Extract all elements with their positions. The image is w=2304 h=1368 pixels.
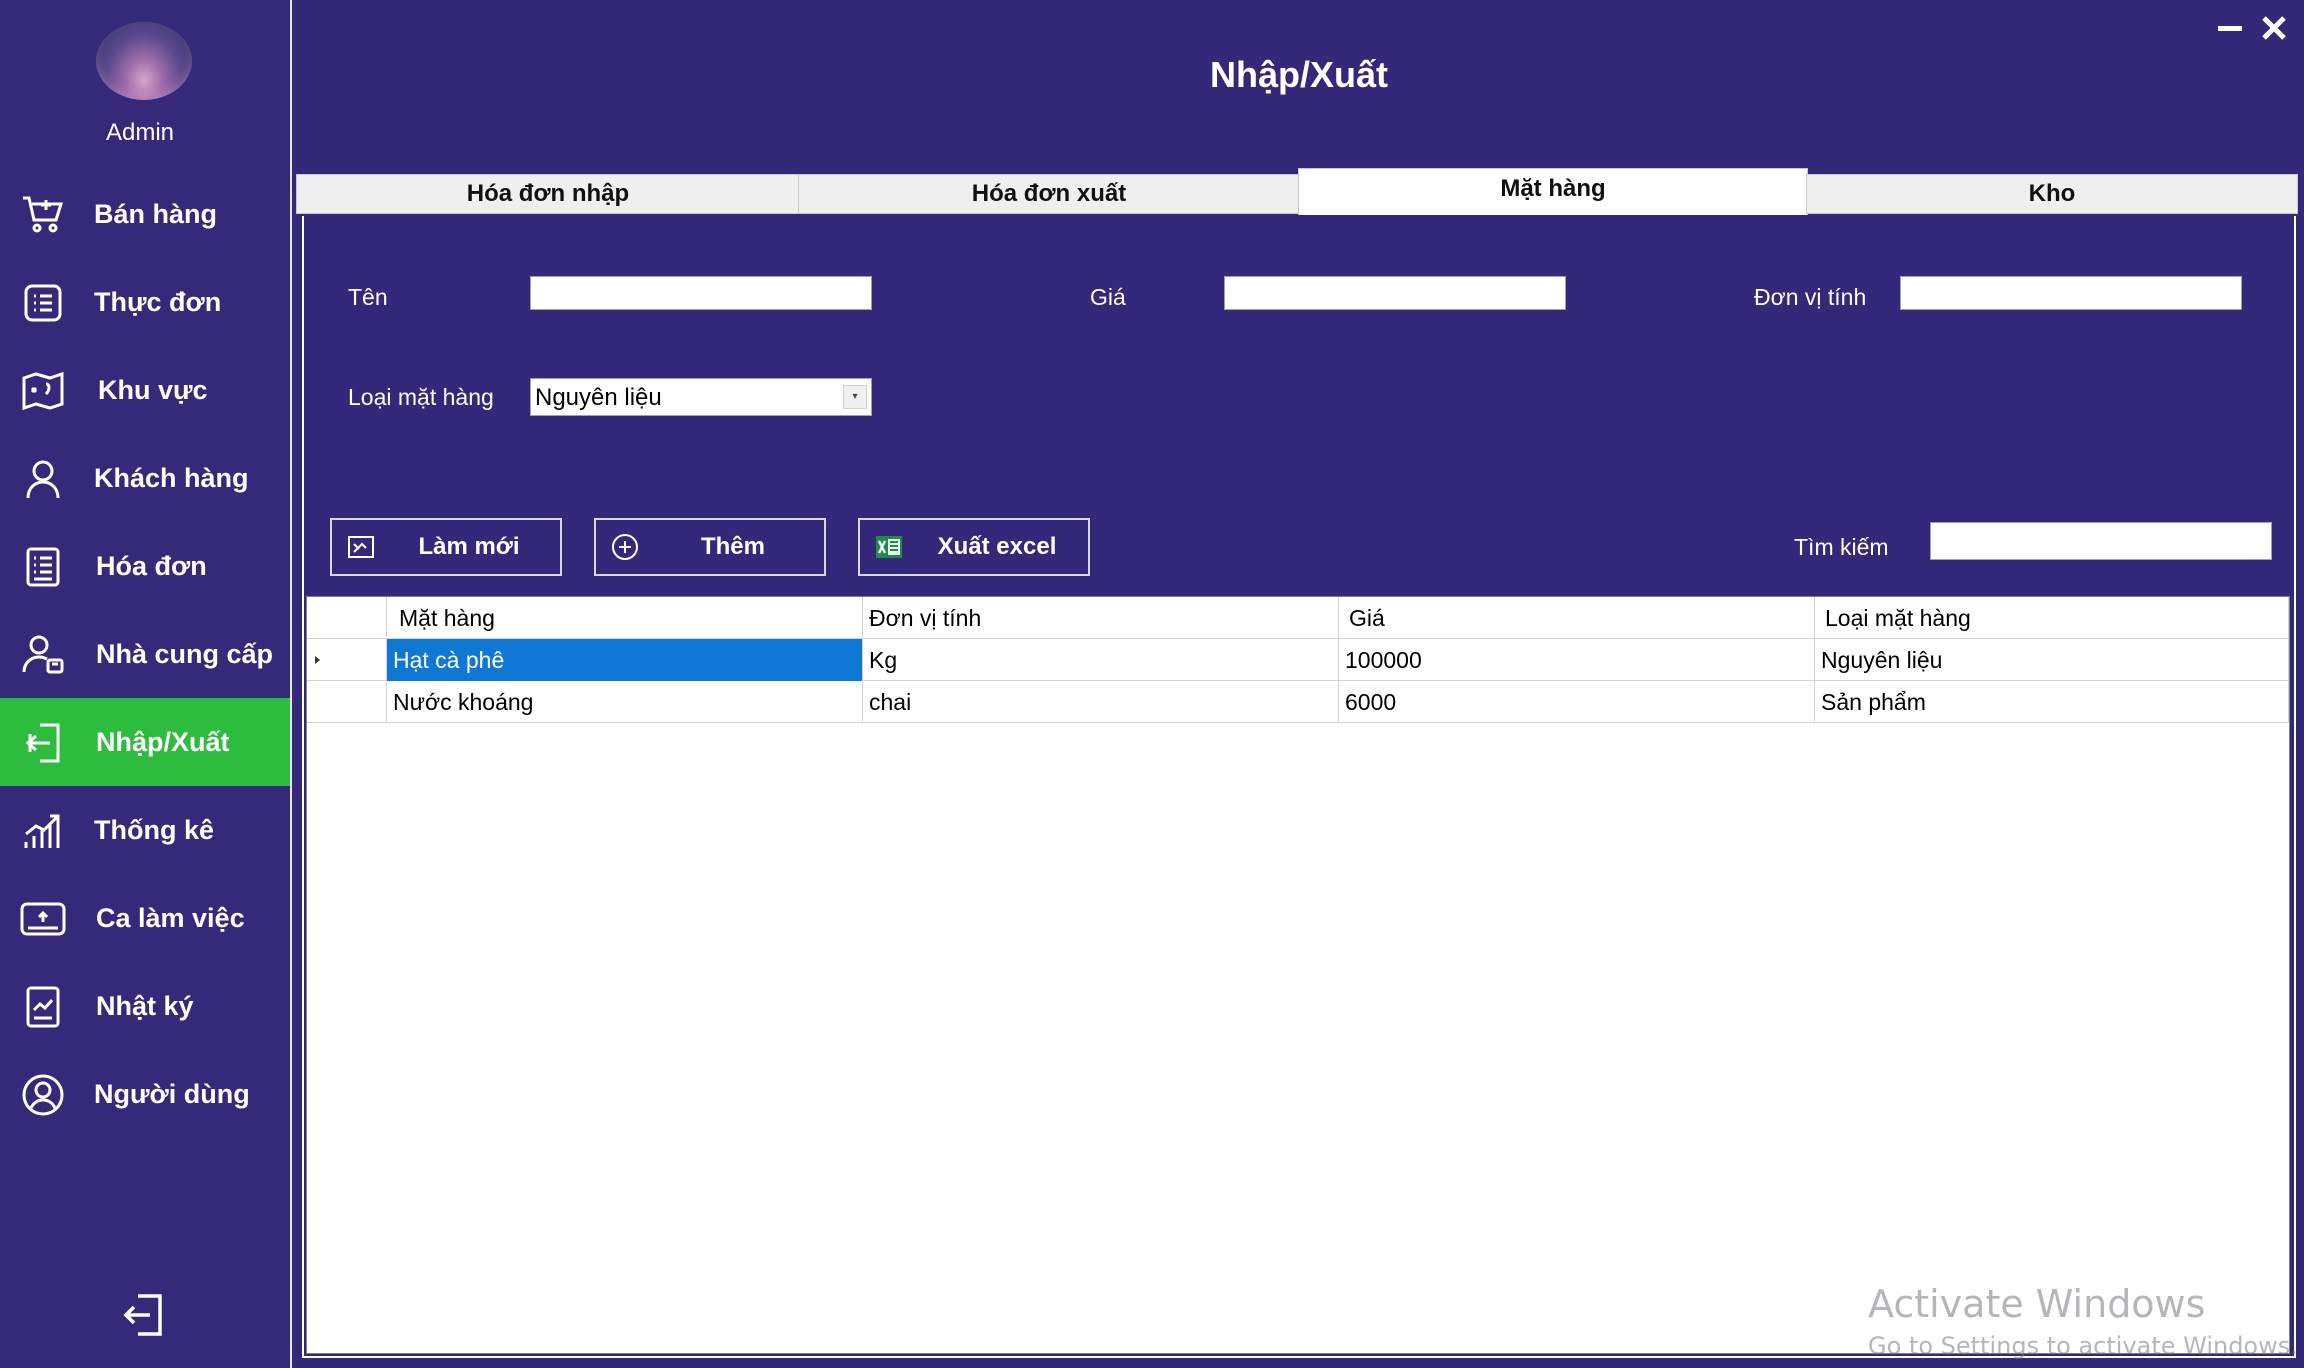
add-button-label: Thêm (700, 533, 765, 560)
cart-icon (20, 192, 66, 238)
column-header-loai-mat-hang[interactable]: Loại mặt hàng (1815, 597, 2289, 639)
table-cell[interactable]: chai (863, 681, 1339, 723)
page-title: Nhập/Xuất (1209, 54, 1388, 95)
excel-icon (874, 532, 904, 562)
customer-icon (20, 456, 66, 502)
diary-icon (20, 984, 66, 1030)
grid-header-row: Mặt hàng Đơn vị tính Giá Loại mặt hàng (307, 597, 2289, 639)
price-label: Giá (1090, 284, 1126, 310)
invoice-icon (20, 544, 66, 590)
statistics-icon (20, 808, 66, 854)
row-selector[interactable] (307, 639, 387, 681)
sidebar-item-label: Bán hàng (94, 199, 218, 229)
column-header-don-vi-tinh[interactable]: Đơn vị tính (863, 597, 1339, 639)
menu-list-icon (20, 280, 66, 326)
activate-windows-title: Activate Windows (1868, 1282, 2206, 1326)
sidebar-item-label: Nhà cung cấp (96, 639, 274, 669)
sidebar-item-thong-ke[interactable]: Thống kê (0, 786, 290, 874)
sidebar-item-label: Hóa đơn (96, 551, 207, 581)
refresh-button[interactable]: Làm mới (330, 518, 562, 576)
sidebar-item-label: Nhập/Xuất (96, 727, 230, 757)
main-panel: Nhập/Xuất Hóa đơn nhập Hóa đơn xuất Mặt … (290, 0, 2304, 1368)
sidebar: Admin Bán hàng Thực đơn Khu vực Khách hà… (0, 0, 290, 1368)
tab-bar: Hóa đơn nhập Hóa đơn xuất Mặt hàng Kho (296, 168, 2298, 216)
type-label: Loại mặt hàng (348, 384, 494, 410)
name-label: Tên (348, 284, 388, 310)
plus-circle-icon (610, 532, 640, 562)
row-header-corner (307, 597, 387, 639)
table-cell[interactable]: Nước khoáng (387, 681, 863, 723)
tab-mat-hang[interactable]: Mặt hàng (1298, 168, 1808, 215)
sidebar-item-nguoi-dung[interactable]: Người dùng (0, 1050, 290, 1138)
map-icon (20, 368, 66, 414)
window-controls (2214, 12, 2290, 44)
search-input[interactable] (1930, 522, 2272, 560)
export-excel-button-label: Xuất excel (937, 533, 1057, 560)
table-cell[interactable]: Hạt cà phê (387, 639, 863, 681)
add-button[interactable]: Thêm (594, 518, 826, 576)
sidebar-item-label: Thống kê (94, 815, 214, 845)
unit-label: Đơn vị tính (1754, 284, 1867, 310)
sidebar-item-nha-cung-cap[interactable]: Nhà cung cấp (0, 610, 290, 698)
minimize-icon[interactable] (2214, 12, 2246, 44)
table-row[interactable]: Hạt cà phê Kg 100000 Nguyên liệu (307, 639, 2289, 681)
name-input[interactable] (530, 276, 872, 310)
tab-hoa-don-xuat[interactable]: Hóa đơn xuất (798, 174, 1300, 214)
supplier-icon (20, 632, 66, 678)
table-cell[interactable]: Nguyên liệu (1815, 639, 2289, 681)
table-row[interactable]: Nước khoáng chai 6000 Sản phẩm (307, 681, 2289, 723)
sidebar-item-label: Khách hàng (94, 463, 249, 493)
export-excel-button[interactable]: Xuất excel (858, 518, 1090, 576)
refresh-button-label: Làm mới (418, 533, 520, 560)
type-select-value: Nguyên liệu (535, 384, 662, 411)
sidebar-item-label: Thực đơn (94, 287, 222, 317)
sidebar-item-ca-lam-viec[interactable]: Ca làm việc (0, 874, 290, 962)
search-label: Tìm kiếm (1794, 534, 1889, 560)
sidebar-item-label: Nhật ký (96, 991, 194, 1021)
activate-windows-subtitle: Go to Settings to activate Windows. (1868, 1332, 2298, 1360)
chevron-down-icon[interactable]: ▾ (843, 385, 867, 409)
user-icon (20, 1072, 66, 1118)
table-cell[interactable]: 100000 (1339, 639, 1815, 681)
unit-input[interactable] (1900, 276, 2242, 310)
tab-content: Tên Giá Đơn vị tính Loại mặt hàng Nguyên… (302, 216, 2296, 1358)
activate-windows-watermark: Activate Windows Go to Settings to activ… (1868, 1282, 2298, 1360)
user-name-label: Admin (105, 119, 175, 146)
logout-icon[interactable] (120, 1292, 166, 1338)
sidebar-item-label: Người dùng (94, 1079, 250, 1109)
sidebar-item-nhat-ky[interactable]: Nhật ký (0, 962, 290, 1050)
sidebar-item-label: Ca làm việc (96, 903, 245, 933)
row-selector[interactable] (307, 681, 387, 723)
items-grid: Mặt hàng Đơn vị tính Giá Loại mặt hàng H… (306, 596, 2290, 1354)
column-header-mat-hang[interactable]: Mặt hàng (387, 597, 863, 639)
tab-hoa-don-nhap[interactable]: Hóa đơn nhập (296, 174, 800, 214)
price-input[interactable] (1224, 276, 1566, 310)
shift-icon (20, 896, 66, 942)
table-cell[interactable]: 6000 (1339, 681, 1815, 723)
table-cell[interactable]: Kg (863, 639, 1339, 681)
table-cell[interactable]: Sản phẩm (1815, 681, 2289, 723)
tab-kho[interactable]: Kho (1806, 174, 2298, 214)
sidebar-item-hoa-don[interactable]: Hóa đơn (0, 522, 290, 610)
close-icon[interactable] (2258, 12, 2290, 44)
sidebar-item-nhap-xuat[interactable]: Nhập/Xuất (0, 698, 290, 786)
type-select[interactable]: Nguyên liệu ▾ (530, 378, 872, 416)
sidebar-item-label: Khu vực (98, 375, 208, 405)
avatar[interactable] (96, 22, 192, 100)
import-export-icon (20, 720, 66, 766)
sidebar-item-khu-vuc[interactable]: Khu vực (0, 346, 290, 434)
sidebar-item-thuc-don[interactable]: Thực đơn (0, 258, 290, 346)
column-header-gia[interactable]: Giá (1339, 597, 1815, 639)
sidebar-item-khach-hang[interactable]: Khách hàng (0, 434, 290, 522)
sidebar-item-ban-hang[interactable]: Bán hàng (0, 170, 290, 258)
refresh-icon (346, 532, 376, 562)
